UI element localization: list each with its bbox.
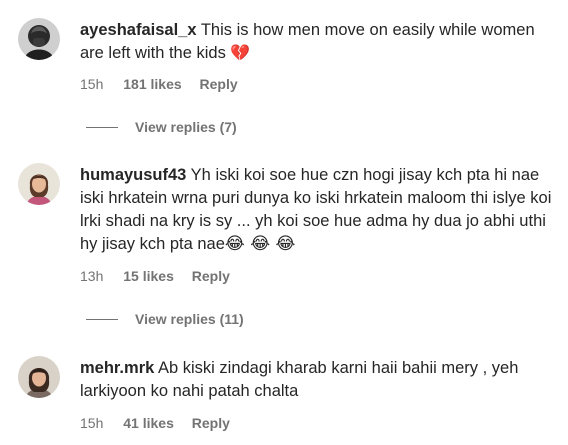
comment-likes[interactable]: 15 likes <box>123 268 174 284</box>
comment-username[interactable]: ayeshafaisal_x <box>80 21 197 39</box>
comment-time[interactable]: 15h <box>80 415 103 431</box>
view-replies-label: View replies (7) <box>135 119 237 135</box>
comment-time[interactable]: 13h <box>80 268 103 284</box>
avatar[interactable] <box>18 356 60 398</box>
comment-meta: 15h 41 likes Reply <box>80 415 244 431</box>
face-with-tears-of-joy-icon: 😂 😂 😂 <box>224 234 296 254</box>
comment-username[interactable]: humayusuf43 <box>80 166 186 184</box>
comment-username[interactable]: mehr.mrk <box>80 359 154 377</box>
comment-likes[interactable]: 181 likes <box>123 76 181 92</box>
avatar-image <box>18 18 60 60</box>
avatar[interactable] <box>18 163 60 205</box>
reply-button[interactable]: Reply <box>200 76 238 92</box>
comment-body: humayusuf43 Yh iski koi soe hue czn hogi… <box>80 164 556 256</box>
broken-heart-icon: 💔 <box>230 43 251 62</box>
view-replies-label: View replies (11) <box>135 311 244 327</box>
avatar-image <box>18 163 60 205</box>
avatar[interactable] <box>18 18 60 60</box>
view-replies-button[interactable]: View replies (7) <box>86 119 237 135</box>
reply-button[interactable]: Reply <box>192 268 230 284</box>
comment-body: ayeshafaisal_x This is how men move on e… <box>80 19 556 65</box>
reply-button[interactable]: Reply <box>192 415 230 431</box>
comment-meta: 13h 15 likes Reply <box>80 268 244 284</box>
comment-likes[interactable]: 41 likes <box>123 415 174 431</box>
view-replies-button[interactable]: View replies (11) <box>86 311 244 327</box>
comment-meta: 15h 181 likes Reply <box>80 76 252 92</box>
replies-divider <box>86 318 118 320</box>
avatar-image <box>18 356 60 398</box>
comment-time[interactable]: 15h <box>80 76 103 92</box>
replies-divider <box>86 126 118 128</box>
comment-body: mehr.mrk Ab kiski zindagi kharab karni h… <box>80 357 556 403</box>
